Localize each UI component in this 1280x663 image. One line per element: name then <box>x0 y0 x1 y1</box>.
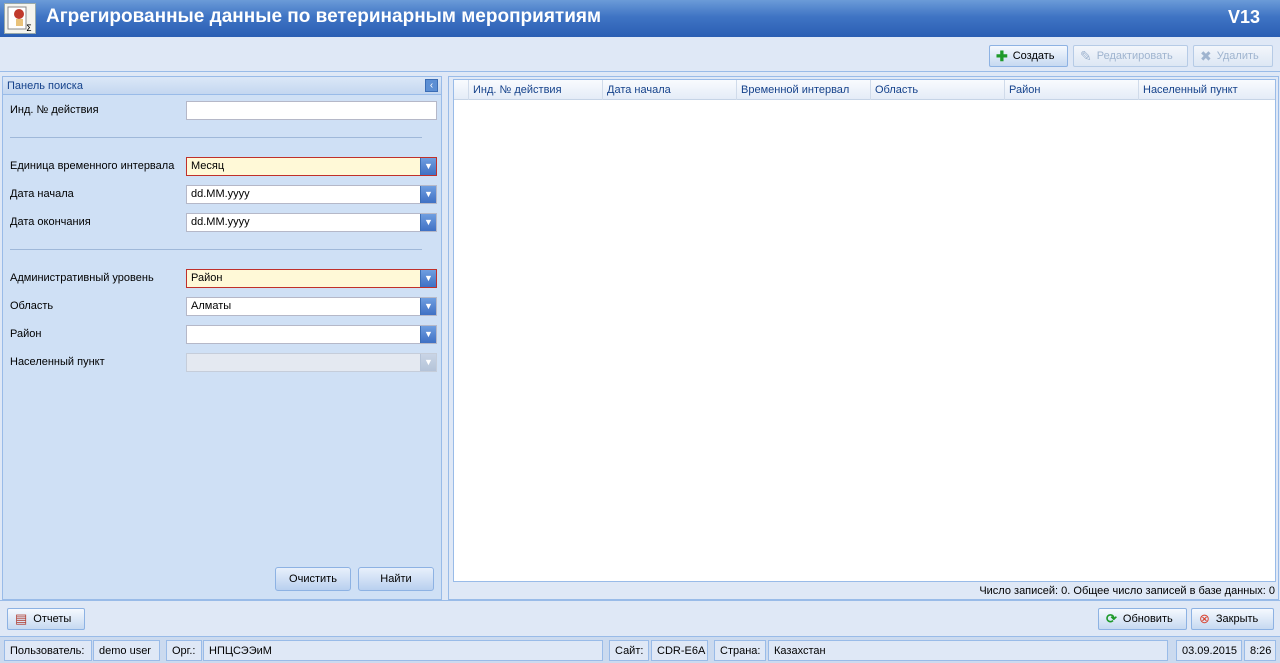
org-value: НПЦСЭЭиМ <box>203 640 603 661</box>
close-button-label: Закрыть <box>1215 613 1259 625</box>
start-date-picker[interactable]: dd.MM.yyyy ▼ <box>186 185 437 204</box>
title-bar: Σ Агрегированные данные по ветеринарным … <box>0 0 1280 37</box>
plus-icon: ✚ <box>996 48 1008 64</box>
results-panel: Инд. № действия Дата начала Временной ин… <box>448 76 1279 600</box>
chevron-down-icon[interactable]: ▼ <box>420 270 436 287</box>
column-header[interactable]: Район <box>1005 80 1139 100</box>
time-unit-label: Единица временного интервала <box>10 160 175 172</box>
region-select[interactable]: Алматы ▼ <box>186 297 437 316</box>
refresh-icon: ⟳ <box>1106 611 1117 626</box>
site-value: CDR-E6A <box>651 640 708 661</box>
end-date-value: dd.MM.yyyy <box>191 216 250 228</box>
divider <box>10 137 422 138</box>
create-button-label: Создать <box>1012 50 1055 62</box>
start-date-value: dd.MM.yyyy <box>191 188 250 200</box>
svg-text:Σ: Σ <box>26 24 32 33</box>
org-label: Орг.: <box>166 640 202 661</box>
close-button[interactable]: ⊗ Закрыть <box>1191 608 1274 630</box>
refresh-button[interactable]: ⟳ Обновить <box>1098 608 1187 630</box>
delete-x-icon: ✖ <box>1200 48 1212 64</box>
column-header[interactable]: Временной интервал <box>737 80 871 100</box>
toolbar: ✚ Создать ✎ Редактировать ✖ Удалить <box>0 37 1280 72</box>
admin-level-value: Район <box>191 272 223 284</box>
region-label: Область <box>10 300 54 312</box>
column-header[interactable]: Населенный пункт <box>1139 80 1275 100</box>
refresh-button-label: Обновить <box>1122 613 1173 625</box>
find-button[interactable]: Найти <box>358 567 434 591</box>
column-header[interactable]: Дата начала <box>603 80 737 100</box>
edit-button-label: Редактировать <box>1096 50 1173 62</box>
action-id-label: Инд. № действия <box>10 104 99 116</box>
delete-button-label: Удалить <box>1216 50 1259 62</box>
window-title: Агрегированные данные по ветеринарным ме… <box>46 6 602 27</box>
collapse-left-icon[interactable]: ‹ <box>425 79 438 92</box>
time-unit-select[interactable]: Месяц ▼ <box>186 157 437 176</box>
region-value: Алматы <box>191 300 232 312</box>
chevron-down-icon[interactable]: ▼ <box>420 186 436 203</box>
admin-level-select[interactable]: Район ▼ <box>186 269 437 288</box>
reports-button-label: Отчеты <box>33 613 72 625</box>
chevron-down-icon[interactable]: ▼ <box>420 298 436 315</box>
action-id-input[interactable] <box>186 101 437 120</box>
settlement-label: Населенный пункт <box>10 356 105 368</box>
search-panel-title: Панель поиска <box>7 80 83 92</box>
chevron-down-icon[interactable]: ▼ <box>420 214 436 231</box>
create-button[interactable]: ✚ Создать <box>989 45 1068 67</box>
bottom-action-bar: ▤ Отчеты ⟳ Обновить ⊗ Закрыть <box>0 600 1280 636</box>
chevron-down-icon[interactable]: ▼ <box>420 326 436 343</box>
status-bar: Пользователь: demo user Орг.: НПЦСЭЭиМ С… <box>0 636 1280 663</box>
grid-header: Инд. № действия Дата начала Временной ин… <box>454 80 1275 100</box>
district-label: Район <box>10 328 42 340</box>
site-label: Сайт: <box>609 640 649 661</box>
reports-button[interactable]: ▤ Отчеты <box>7 608 85 630</box>
start-date-label: Дата начала <box>10 188 74 200</box>
time-unit-value: Месяц <box>191 160 225 172</box>
admin-level-label: Административный уровень <box>10 272 154 284</box>
country-label: Страна: <box>714 640 766 661</box>
record-count-status: Число записей: 0. Общее число записей в … <box>979 585 1275 597</box>
divider <box>10 249 422 250</box>
settlement-select[interactable]: ▼ <box>186 353 437 372</box>
delete-button[interactable]: ✖ Удалить <box>1193 45 1273 67</box>
search-panel: Панель поиска ‹ Инд. № действия Единица … <box>2 76 442 600</box>
date-value: 03.09.2015 <box>1176 640 1242 661</box>
column-header[interactable]: Область <box>871 80 1005 100</box>
report-icon: ▤ <box>15 611 28 626</box>
close-icon: ⊗ <box>1199 611 1210 626</box>
app-version: V13 <box>1227 7 1260 27</box>
row-selector-header[interactable] <box>454 80 469 100</box>
country-value: Казахстан <box>768 640 1168 661</box>
user-value: demo user <box>93 640 160 661</box>
clear-button[interactable]: Очистить <box>275 567 351 591</box>
edit-button[interactable]: ✎ Редактировать <box>1073 45 1188 67</box>
results-grid: Инд. № действия Дата начала Временной ин… <box>453 79 1276 582</box>
end-date-label: Дата окончания <box>10 216 91 228</box>
chevron-down-icon: ▼ <box>420 354 436 371</box>
user-label: Пользователь: <box>4 640 92 661</box>
time-value: 8:26 <box>1244 640 1276 661</box>
app-logo-icon: Σ <box>4 3 36 34</box>
column-header[interactable]: Инд. № действия <box>469 80 603 100</box>
chevron-down-icon[interactable]: ▼ <box>420 158 436 175</box>
pencil-icon: ✎ <box>1080 48 1092 64</box>
search-panel-header: Панель поиска ‹ <box>3 77 441 95</box>
end-date-picker[interactable]: dd.MM.yyyy ▼ <box>186 213 437 232</box>
district-select[interactable]: ▼ <box>186 325 437 344</box>
